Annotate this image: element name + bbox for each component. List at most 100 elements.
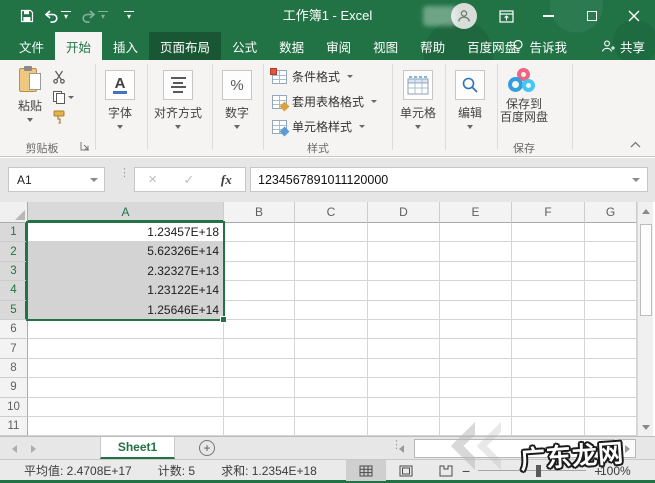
share-button[interactable]: 共享: [601, 37, 645, 56]
grid-cell-C9[interactable]: [295, 378, 368, 398]
grid-cell-E10[interactable]: [440, 397, 512, 417]
cell-styles-button[interactable]: 单元格样式: [272, 118, 366, 136]
grid-cell-E6[interactable]: [440, 319, 512, 340]
name-box[interactable]: A1: [8, 167, 105, 192]
grid-cell-A8[interactable]: [28, 358, 224, 379]
grid-cell-D3[interactable]: [368, 261, 440, 282]
normal-view-icon[interactable]: [346, 460, 386, 481]
row-header-3[interactable]: 3: [0, 261, 28, 282]
grid-cell-A3[interactable]: 2.32327E+13: [28, 261, 224, 282]
grid-cell-F8[interactable]: [512, 358, 585, 379]
grid-cell-D1[interactable]: [368, 223, 440, 243]
grid-cell-A2[interactable]: 5.62326E+14: [28, 242, 224, 262]
editing-dropdown-icon[interactable]: [467, 125, 473, 129]
tab-formulas[interactable]: 公式: [221, 32, 268, 60]
grid-cell-A6[interactable]: [28, 319, 224, 340]
sheet-prev-icon[interactable]: [12, 444, 17, 453]
grid-cell-A10[interactable]: [28, 397, 224, 417]
editing-button[interactable]: 编辑: [448, 70, 492, 129]
column-header-B[interactable]: B: [224, 202, 295, 223]
grid-cell-D10[interactable]: [368, 397, 440, 417]
tell-me[interactable]: 告诉我: [512, 37, 567, 56]
grid-cell-D7[interactable]: [368, 339, 440, 359]
row-header-11[interactable]: 11: [0, 416, 28, 436]
tab-home[interactable]: 开始: [55, 32, 103, 60]
grid-cell-G8[interactable]: [585, 358, 637, 379]
sheet-tab-sheet1[interactable]: Sheet1: [100, 437, 175, 459]
vertical-scrollbar[interactable]: [637, 202, 653, 436]
horizontal-scrollbar-thumb[interactable]: [414, 439, 615, 458]
grid-cell-E1[interactable]: [440, 223, 512, 243]
column-header-A[interactable]: A: [28, 202, 224, 223]
grid-cell-B10[interactable]: [224, 397, 295, 417]
grid-cell-G10[interactable]: [585, 397, 637, 417]
ribbon-display-options-icon[interactable]: [491, 0, 521, 32]
column-header-C[interactable]: C: [295, 202, 368, 223]
grid-cell-D5[interactable]: [368, 300, 440, 320]
grid-cell-D6[interactable]: [368, 319, 440, 340]
paste-dropdown-icon[interactable]: [27, 118, 33, 122]
row-header-6[interactable]: 6: [0, 319, 28, 340]
grid-cell-G11[interactable]: [585, 416, 637, 436]
vertical-scrollbar-thumb[interactable]: [640, 224, 652, 316]
zoom-thumb[interactable]: [536, 464, 542, 477]
formula-input[interactable]: 1234567891011120000: [250, 167, 648, 192]
grid-cell-A9[interactable]: [28, 378, 224, 398]
zoom-out-icon[interactable]: −: [462, 463, 470, 479]
font-dropdown-icon[interactable]: [117, 125, 123, 129]
copy-button[interactable]: [52, 88, 74, 106]
grid-cell-B9[interactable]: [224, 378, 295, 398]
save-to-baidu-button[interactable]: 保存到 百度网盘: [496, 68, 552, 124]
grid-cell-E3[interactable]: [440, 261, 512, 282]
grid-cell-C10[interactable]: [295, 397, 368, 417]
hscroll-right-icon[interactable]: [619, 439, 636, 458]
enter-icon[interactable]: ✓: [183, 172, 194, 188]
cells-button[interactable]: 单元格: [394, 70, 442, 129]
collapse-ribbon-icon[interactable]: [630, 140, 641, 151]
tab-file[interactable]: 文件: [8, 32, 55, 60]
sheet-next-icon[interactable]: [31, 444, 36, 453]
grid-cell-E5[interactable]: [440, 300, 512, 320]
grid-cell-F3[interactable]: [512, 261, 585, 282]
grid-cell-E11[interactable]: [440, 416, 512, 436]
grid-cell-E4[interactable]: [440, 281, 512, 301]
grid-cell-C7[interactable]: [295, 339, 368, 359]
column-header-G[interactable]: G: [585, 202, 637, 223]
tab-help[interactable]: 帮助: [409, 32, 456, 60]
name-box-dropdown-icon[interactable]: [90, 178, 98, 182]
grid-cell-F7[interactable]: [512, 339, 585, 359]
cell-styles-dropdown-icon[interactable]: [359, 125, 366, 128]
close-icon[interactable]: [619, 0, 649, 32]
cells-dropdown-icon[interactable]: [415, 125, 421, 129]
column-header-D[interactable]: D: [368, 202, 440, 223]
grid-cell-C5[interactable]: [295, 300, 368, 320]
format-as-table-dropdown-icon[interactable]: [371, 100, 378, 103]
cut-button[interactable]: [52, 68, 74, 86]
grid-cell-G5[interactable]: [585, 300, 637, 320]
insert-function-icon[interactable]: fx: [221, 172, 232, 188]
grid-cell-A1[interactable]: 1.23457E+18: [28, 223, 224, 243]
tab-insert[interactable]: 插入: [102, 32, 149, 60]
grid-cell-G1[interactable]: [585, 223, 637, 243]
grid-cell-F5[interactable]: [512, 300, 585, 320]
grid-cell-C3[interactable]: [295, 261, 368, 282]
scroll-up-icon[interactable]: [639, 203, 653, 219]
grid-cell-G7[interactable]: [585, 339, 637, 359]
row-header-8[interactable]: 8: [0, 358, 28, 379]
grid-cell-A5[interactable]: 1.25646E+14: [28, 300, 224, 320]
row-header-10[interactable]: 10: [0, 397, 28, 417]
grid-cell-F1[interactable]: [512, 223, 585, 243]
expand-formula-bar-icon[interactable]: [632, 178, 640, 182]
grid-cell-D4[interactable]: [368, 281, 440, 301]
conditional-format-dropdown-icon[interactable]: [347, 75, 354, 78]
conditional-format-button[interactable]: 条件格式: [270, 67, 354, 85]
grid-cell-B11[interactable]: [224, 416, 295, 436]
grid-cell-C8[interactable]: [295, 358, 368, 379]
grid-cell-F4[interactable]: [512, 281, 585, 301]
formula-bar-splitter[interactable]: ⋮: [119, 168, 130, 179]
tab-review[interactable]: 审阅: [315, 32, 362, 60]
grid-cell-G3[interactable]: [585, 261, 637, 282]
grid-cell-C6[interactable]: [295, 319, 368, 340]
number-dropdown-icon[interactable]: [234, 125, 240, 129]
grid-cell-F2[interactable]: [512, 242, 585, 262]
